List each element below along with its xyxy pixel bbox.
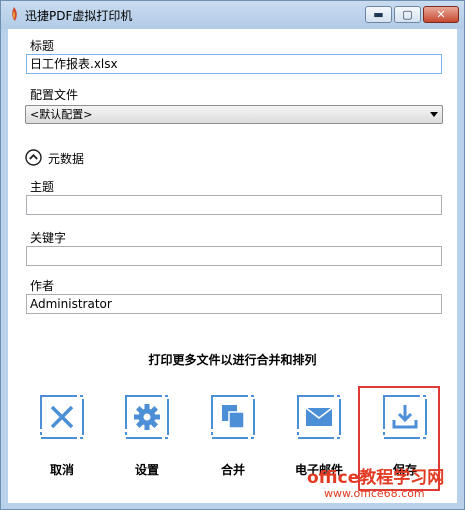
watermark-brand: office教程学习网 [307,468,445,488]
keywords-label: 关键字 [30,231,67,245]
cancel-button[interactable]: 取消 [22,461,102,478]
title-label: 标题 [30,39,55,53]
printer-window: 迅捷PDF虚拟打印机 ▬ ▢ ✕ 标题 日工作报表.xlsx 配置文件 <默认配… [0,0,465,510]
chevron-down-icon [430,112,438,117]
close-button[interactable]: ✕ [423,6,459,23]
watermark-url: www.office68.com [324,487,425,500]
window-title: 迅捷PDF虚拟打印机 [25,9,133,23]
merge-icon[interactable] [211,395,255,439]
mail-icon[interactable] [297,395,341,439]
subject-label: 主题 [30,180,55,194]
author-input[interactable]: Administrator [26,294,442,314]
dialog-body: 标题 日工作报表.xlsx 配置文件 <默认配置> 元数据 主题 关键字 作者 … [8,29,457,503]
merge-button[interactable]: 合并 [193,461,273,478]
settings-button[interactable]: 设置 [107,461,187,478]
title-input[interactable]: 日工作报表.xlsx [26,54,442,74]
author-label: 作者 [30,279,55,293]
cancel-icon[interactable] [40,395,84,439]
chevron-up-icon[interactable] [25,149,42,166]
profile-select[interactable]: <默认配置> [25,105,443,124]
keywords-input[interactable] [26,246,442,266]
maximize-button[interactable]: ▢ [394,6,421,23]
profile-select-value: <默认配置> [30,108,93,121]
title-bar[interactable]: 迅捷PDF虚拟打印机 ▬ ▢ ✕ [1,1,464,29]
subject-input[interactable] [26,195,442,215]
gear-icon[interactable] [125,395,169,439]
metadata-section-label: 元数据 [48,152,85,166]
profile-label: 配置文件 [30,88,79,102]
app-icon [12,7,17,21]
minimize-button[interactable]: ▬ [365,6,392,23]
merge-hint: 打印更多文件以进行合并和排列 [148,353,317,367]
